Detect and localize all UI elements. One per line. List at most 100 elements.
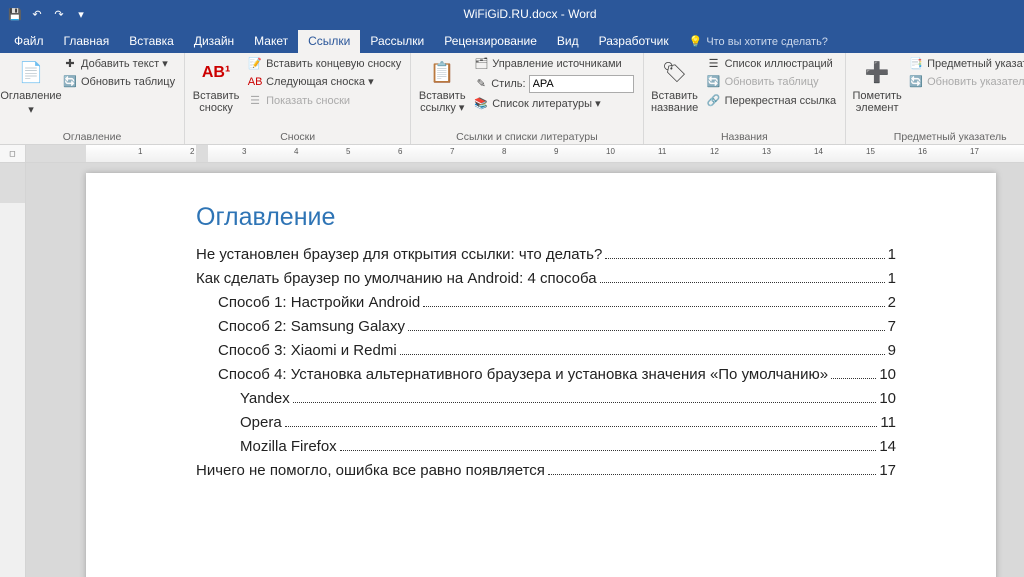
toc-entry-text: Mozilla Firefox — [240, 438, 337, 455]
citation-icon: 📋 — [427, 58, 457, 88]
insert-caption-button[interactable]: 🏷 Вставить название — [650, 56, 700, 116]
undo-icon[interactable]: ↶ — [30, 7, 44, 21]
figure-list-button[interactable]: ☰Список иллюстраций — [704, 56, 840, 72]
toc-entry-page: 11 — [880, 414, 896, 431]
toc-icon: 📄 — [16, 58, 46, 88]
document-title: WiFiGiD.RU.docx - Word — [96, 7, 964, 21]
qat-more-icon[interactable]: ▾ — [74, 7, 88, 21]
toc-entry-text: Yandex — [240, 390, 290, 407]
toc-entry[interactable]: Как сделать браузер по умолчанию на Andr… — [196, 270, 896, 287]
manage-sources-button[interactable]: 🗂Управление источниками — [471, 56, 636, 72]
toc-entry-text: Способ 3: Xiaomi и Redmi — [218, 342, 397, 359]
group-captions: 🏷 Вставить название ☰Список иллюстраций … — [644, 53, 847, 144]
toc-leader-dots — [285, 426, 878, 427]
mark-entry-button[interactable]: ➕ Пометить элемент — [852, 56, 902, 116]
toc-entry[interactable]: Способ 3: Xiaomi и Redmi 9 — [196, 342, 896, 359]
group-label-index: Предметный указатель — [852, 130, 1024, 143]
ruler-corner: ◻ — [0, 145, 26, 162]
toc-entry-page: 9 — [888, 342, 896, 359]
toc-entry-page: 7 — [888, 318, 896, 335]
tab-рецензирование[interactable]: Рецензирование — [434, 30, 547, 53]
toc-heading: Оглавление — [196, 203, 896, 232]
work-area: Оглавление Не установлен браузер для отк… — [0, 163, 1024, 577]
toc-leader-dots — [340, 450, 877, 451]
citation-style-row: ✎ Стиль: — [471, 74, 636, 94]
sources-icon: 🗂 — [474, 57, 488, 71]
group-footnotes: AB¹ Вставить сноску 📝Вставить концевую с… — [185, 53, 411, 144]
cross-reference-button[interactable]: 🔗Перекрестная ссылка — [704, 93, 840, 109]
ruler-tick: 12 — [710, 147, 719, 156]
toc-entry[interactable]: Способ 2: Samsung Galaxy 7 — [196, 318, 896, 335]
citation-style-select[interactable] — [529, 75, 634, 93]
next-footnote-icon: AB — [248, 75, 262, 89]
tab-разработчик[interactable]: Разработчик — [589, 30, 679, 53]
toc-leader-dots — [605, 258, 884, 259]
toc-entry[interactable]: Способ 1: Настройки Android 2 — [196, 294, 896, 311]
endnote-icon: 📝 — [248, 57, 262, 71]
toc-entry[interactable]: Ничего не помогло, ошибка все равно появ… — [196, 462, 896, 479]
tab-ссылки[interactable]: Ссылки — [298, 30, 360, 53]
tab-рассылки[interactable]: Рассылки — [360, 30, 434, 53]
toc-entry[interactable]: Способ 4: Установка альтернативного брау… — [196, 366, 896, 383]
crossref-icon: 🔗 — [707, 94, 721, 108]
redo-icon[interactable]: ↷ — [52, 7, 66, 21]
refresh-icon: 🔄 — [707, 75, 721, 89]
ruler-tick: 10 — [606, 147, 615, 156]
group-toc: 📄 Оглавление▾ ✚Добавить текст ▾ 🔄Обновит… — [0, 53, 185, 144]
toc-entry-text: Способ 2: Samsung Galaxy — [218, 318, 405, 335]
show-footnotes-button[interactable]: ☰Показать сноски — [245, 93, 404, 109]
toc-entry-text: Ничего не помогло, ошибка все равно появ… — [196, 462, 545, 479]
index-icon: 📑 — [909, 57, 923, 71]
ribbon-tabs: Файл ГлавнаяВставкаДизайнМакетСсылкиРасс… — [0, 28, 1024, 53]
quick-access-toolbar: 💾 ↶ ↷ ▾ — [0, 7, 96, 21]
show-footnotes-icon: ☰ — [248, 94, 262, 108]
tell-me-search[interactable]: Что вы хотите сделать? — [679, 31, 838, 53]
update-toc-button[interactable]: 🔄Обновить таблицу — [60, 74, 178, 90]
insert-citation-button[interactable]: 📋 Вставить ссылку ▾ — [417, 56, 467, 116]
toc-entry-text: Способ 4: Установка альтернативного брау… — [218, 366, 828, 383]
document-canvas[interactable]: Оглавление Не установлен браузер для отк… — [26, 163, 1024, 577]
toc-leader-dots — [293, 402, 877, 403]
next-footnote-button[interactable]: ABСледующая сноска ▾ — [245, 74, 404, 90]
toc-leader-dots — [400, 354, 885, 355]
tab-вставка[interactable]: Вставка — [119, 30, 184, 53]
tab-вид[interactable]: Вид — [547, 30, 589, 53]
toc-entry-page: 1 — [888, 246, 896, 263]
toc-entry[interactable]: Mozilla Firefox 14 — [196, 438, 896, 455]
horizontal-ruler[interactable]: 1234567891011121314151617 — [26, 145, 1024, 162]
vertical-ruler[interactable] — [0, 163, 26, 577]
toc-leader-dots — [831, 378, 876, 379]
toc-entry[interactable]: Yandex 10 — [196, 390, 896, 407]
group-label-captions: Названия — [650, 130, 840, 143]
insert-endnote-button[interactable]: 📝Вставить концевую сноску — [245, 56, 404, 72]
toc-leader-dots — [600, 282, 885, 283]
caption-icon: 🏷 — [660, 58, 690, 88]
bibliography-button[interactable]: 📚Список литературы ▾ — [471, 96, 636, 112]
toc-leader-dots — [423, 306, 884, 307]
insert-footnote-button[interactable]: AB¹ Вставить сноску — [191, 56, 241, 116]
ruler-tick: 4 — [294, 147, 298, 156]
update-index-button[interactable]: 🔄Обновить указатель — [906, 74, 1024, 90]
tab-макет[interactable]: Макет — [244, 30, 298, 53]
tab-главная[interactable]: Главная — [54, 30, 120, 53]
footnote-icon: AB¹ — [201, 58, 231, 88]
bibliography-icon: 📚 — [474, 97, 488, 111]
toc-entry-page: 10 — [879, 390, 896, 407]
ruler-tick: 7 — [450, 147, 454, 156]
toc-entry[interactable]: Не установлен браузер для открытия ссылк… — [196, 246, 896, 263]
add-text-button[interactable]: ✚Добавить текст ▾ — [60, 56, 178, 72]
ruler-tick: 11 — [658, 147, 666, 156]
tab-дизайн[interactable]: Дизайн — [184, 30, 244, 53]
toc-entry[interactable]: Opera 11 — [196, 414, 896, 431]
ribbon: 📄 Оглавление▾ ✚Добавить текст ▾ 🔄Обновит… — [0, 53, 1024, 145]
tab-file[interactable]: Файл — [4, 30, 54, 53]
toc-button[interactable]: 📄 Оглавление▾ — [6, 56, 56, 118]
save-icon[interactable]: 💾 — [8, 7, 22, 21]
toc-entry-text: Opera — [240, 414, 282, 431]
ruler-tick: 13 — [762, 147, 771, 156]
group-citations: 📋 Вставить ссылку ▾ 🗂Управление источник… — [411, 53, 643, 144]
insert-index-button[interactable]: 📑Предметный указатель — [906, 56, 1024, 72]
toc-entry-text: Не установлен браузер для открытия ссылк… — [196, 246, 602, 263]
style-icon: ✎ — [474, 77, 488, 91]
update-caption-table-button[interactable]: 🔄Обновить таблицу — [704, 74, 840, 90]
